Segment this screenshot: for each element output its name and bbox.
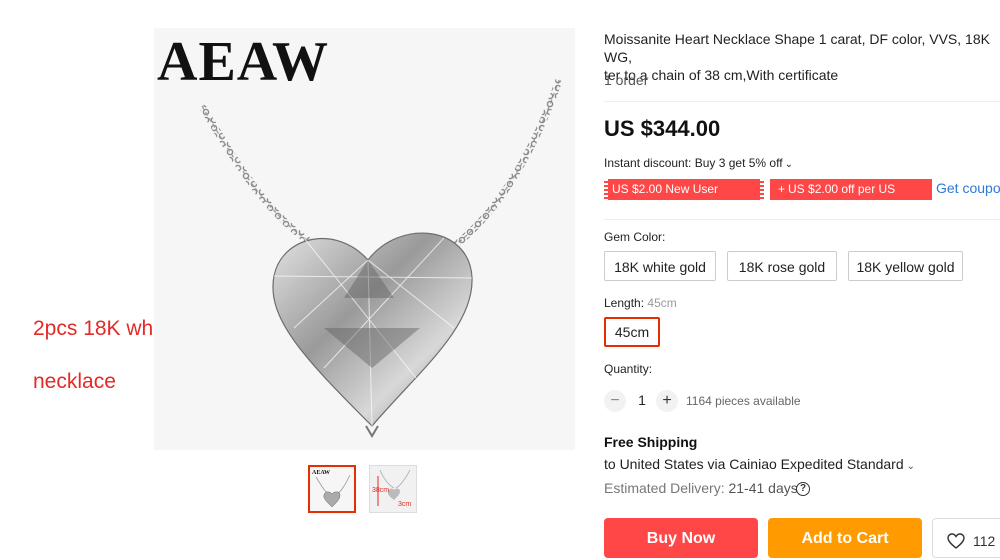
length-selected-value: 45cm bbox=[647, 296, 677, 310]
pieces-available: 1164 pieces available bbox=[686, 394, 801, 408]
quantity-value[interactable]: 1 bbox=[634, 392, 650, 408]
thumbnail-heart-image: AEAW bbox=[310, 467, 354, 511]
wishlist-button[interactable]: 112 bbox=[932, 518, 1000, 558]
delivery-label: Estimated Delivery: bbox=[604, 480, 725, 496]
thumbnail-label-38cm: 38cm bbox=[372, 487, 389, 494]
quantity-increase-button[interactable]: + bbox=[656, 390, 678, 412]
thumbnail-label-3cm: 3cm bbox=[398, 501, 411, 508]
option-length-45cm[interactable]: 45cm bbox=[604, 317, 660, 347]
instant-discount[interactable]: Instant discount: Buy 3 get 5% off ⌄ bbox=[604, 156, 793, 170]
buy-now-button[interactable]: Buy Now bbox=[604, 518, 758, 558]
divider bbox=[604, 101, 1000, 102]
quantity-decrease-button[interactable]: − bbox=[604, 390, 626, 412]
new-user-coupon[interactable]: US $2.00 New User Coupon bbox=[604, 179, 764, 217]
delivery-days: 21-41 days bbox=[728, 480, 798, 496]
estimated-delivery: Estimated Delivery: 21-41 days bbox=[604, 480, 798, 496]
instant-discount-text: Instant discount: Buy 3 get 5% off bbox=[604, 156, 783, 170]
option-18k-yellow-gold[interactable]: 18K yellow gold bbox=[848, 251, 963, 281]
plus-icon: + bbox=[778, 182, 786, 196]
chevron-down-icon: ⌄ bbox=[906, 461, 916, 472]
shipping-method[interactable]: to United States via Cainiao Expedited S… bbox=[604, 456, 915, 472]
product-title: Moissanite Heart Necklace Shape 1 carat,… bbox=[604, 31, 990, 83]
divider bbox=[604, 219, 1000, 220]
order-count: 1 order bbox=[604, 72, 649, 88]
product-info-panel: Moissanite Heart Necklace Shape 1 carat,… bbox=[604, 0, 1000, 558]
chevron-down-icon: ⌄ bbox=[784, 159, 793, 170]
get-coupons-link[interactable]: Get coupo bbox=[936, 180, 1000, 196]
help-icon[interactable]: ? bbox=[796, 482, 810, 496]
wishlist-count: 112 bbox=[973, 533, 996, 549]
thumbnail-size-image: 38cm 3cm bbox=[370, 466, 416, 512]
store-coupon-text: US $2.00 off per US $15.00 bbox=[778, 182, 896, 217]
thumbnail-logo: AEAW bbox=[312, 470, 330, 476]
brand-logo: AEAW bbox=[157, 31, 330, 93]
length-label: Length: 45cm bbox=[604, 296, 677, 310]
shipping-title: Free Shipping bbox=[604, 434, 698, 450]
promo-text-line-2: necklace bbox=[33, 370, 116, 393]
thumbnail-size-chart[interactable]: 38cm 3cm bbox=[369, 465, 417, 513]
gem-color-label: Gem Color: bbox=[604, 230, 666, 244]
heart-icon bbox=[947, 533, 965, 549]
thumbnail-heart-necklace[interactable]: AEAW bbox=[308, 465, 356, 513]
shipping-method-text: to United States via Cainiao Expedited S… bbox=[604, 456, 904, 472]
option-18k-white-gold[interactable]: 18K white gold bbox=[604, 251, 716, 281]
product-price: US $344.00 bbox=[604, 116, 721, 141]
add-to-cart-button[interactable]: Add to Cart bbox=[768, 518, 922, 558]
length-label-text: Length: bbox=[604, 296, 645, 310]
product-main-image[interactable]: AEAW bbox=[154, 28, 575, 450]
store-coupon[interactable]: + US $2.00 off per US $15.00 bbox=[770, 179, 932, 217]
option-18k-rose-gold[interactable]: 18K rose gold bbox=[727, 251, 837, 281]
quantity-label: Quantity: bbox=[604, 362, 653, 376]
